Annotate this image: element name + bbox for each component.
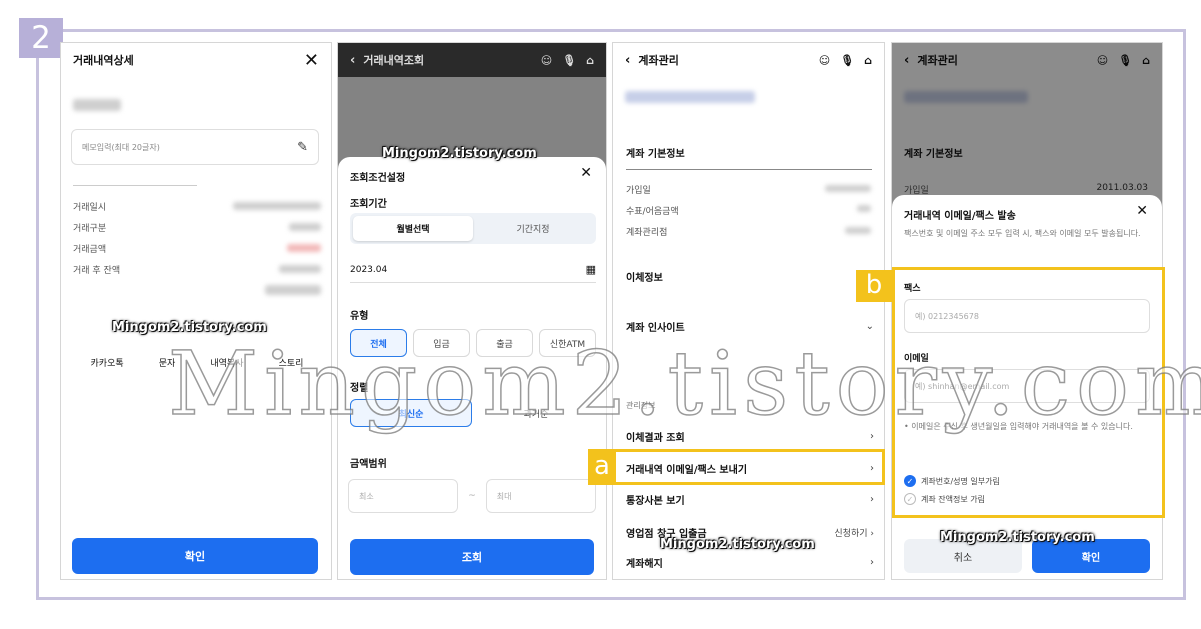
header: ‹ 계좌관리 ☺ 🎙 ⌂ xyxy=(613,43,884,77)
sheet-title: 조회조건설정 xyxy=(350,173,406,184)
step-badge: 2 xyxy=(19,18,63,58)
tab-range[interactable]: 기간지정 xyxy=(473,216,593,241)
pencil-icon[interactable]: ✎ xyxy=(297,140,308,155)
field-label: 거래일시 xyxy=(73,203,107,213)
menu-label: 계좌해지 xyxy=(626,559,663,570)
transaction-detail-panel: 거래내역상세 ✕ 메모입력(최대 20글자) ✎ 거래일시 거래구분 거래금액 … xyxy=(60,42,332,580)
chevron-right-icon: › xyxy=(870,494,874,505)
dialog-description: 팩스번호 및 이메일 주소 모두 입력 시, 팩스와 이메일 모두 발송됩니다. xyxy=(904,229,1141,238)
watermark-small: Mingom2.tistory.com xyxy=(660,537,815,552)
transfer-info-label: 이체정보 xyxy=(626,273,663,284)
highlight-a xyxy=(610,449,885,485)
field-label: 거래 후 잔액 xyxy=(73,266,121,276)
back-icon[interactable]: ‹ xyxy=(625,53,630,68)
tab-month[interactable]: 월별선택 xyxy=(353,216,473,241)
range-separator: ~ xyxy=(468,491,476,501)
month-value: 2023.04 xyxy=(350,264,388,275)
type-label: 유형 xyxy=(350,311,369,322)
amount-max-input[interactable]: 최대 xyxy=(485,479,597,513)
apply-link[interactable]: 신청하기 › xyxy=(834,526,874,539)
value-blurred xyxy=(287,244,321,252)
value-blurred xyxy=(289,223,321,231)
confirm-button[interactable]: 확인 xyxy=(72,538,318,574)
close-icon[interactable]: ✕ xyxy=(580,165,592,181)
transfer-info[interactable]: 이체정보 xyxy=(626,269,874,284)
mic-icon[interactable]: 🎙 xyxy=(562,54,576,67)
amount-min-input[interactable]: 최소 xyxy=(348,479,459,513)
search-button[interactable]: 조회 xyxy=(350,539,594,575)
menu-passbook-copy[interactable]: 통장사본 보기 › xyxy=(626,492,874,507)
account-blurred xyxy=(625,91,755,103)
watermark-small: Mingom2.tistory.com xyxy=(940,530,1095,545)
menu-label: 통장사본 보기 xyxy=(626,496,685,507)
share-kakaotalk[interactable]: 카카오톡 xyxy=(91,356,124,369)
value-blurred xyxy=(845,227,871,234)
chat-icon[interactable]: ☺ xyxy=(819,54,830,67)
chat-icon[interactable]: ☺ xyxy=(541,54,552,67)
header: ‹ 거래내역조회 ☺ 🎙 ⌂ xyxy=(338,43,606,77)
watermark-small: Mingom2.tistory.com xyxy=(382,146,537,161)
close-icon[interactable]: ✕ xyxy=(304,50,319,71)
month-select[interactable]: 2023.04 ▦ xyxy=(350,257,596,283)
chevron-right-icon: › xyxy=(870,557,874,568)
marker-a: a xyxy=(588,449,616,485)
field-label: 거래금액 xyxy=(73,245,107,255)
value-blurred xyxy=(233,202,321,210)
page-title: 거래내역조회 xyxy=(363,54,425,67)
memo-input[interactable]: 메모입력(최대 20글자) ✎ xyxy=(71,129,319,165)
account-name-blurred xyxy=(73,99,121,111)
transaction-inquiry-panel: ‹ 거래내역조회 ☺ 🎙 ⌂ 조회조건설정 ✕ 조회기간 월별선택 기간지정 2… xyxy=(337,42,607,580)
marker-b: b xyxy=(856,270,892,302)
section-basic-info: 계좌 기본정보 xyxy=(626,149,685,160)
divider xyxy=(73,185,197,186)
dialog-title: 거래내역 이메일/팩스 발송 xyxy=(904,211,1016,222)
header: 거래내역상세 ✕ xyxy=(61,43,331,77)
field-label: 거래구분 xyxy=(73,224,107,234)
amount-label: 금액범위 xyxy=(350,459,387,470)
field-label: 수표/어음금액 xyxy=(626,207,679,217)
value-blurred xyxy=(825,185,871,192)
period-label: 조회기간 xyxy=(350,199,387,210)
chevron-down-icon: ⌄ xyxy=(865,321,874,332)
divider xyxy=(626,169,872,170)
apply-label: 신청하기 xyxy=(834,529,868,539)
back-icon[interactable]: ‹ xyxy=(350,53,355,68)
calendar-icon[interactable]: ▦ xyxy=(586,263,596,276)
watermark-large: Mingom2.tistory.com xyxy=(167,331,1201,436)
page-title: 계좌관리 xyxy=(638,54,679,67)
home-icon[interactable]: ⌂ xyxy=(864,54,872,67)
value-blurred xyxy=(265,285,321,295)
close-icon[interactable]: ✕ xyxy=(1136,203,1148,219)
value-blurred xyxy=(279,265,321,273)
period-tabs: 월별선택 기간지정 xyxy=(350,213,596,244)
memo-placeholder: 메모입력(최대 20글자) xyxy=(82,142,160,152)
field-label: 계좌관리점 xyxy=(626,228,668,238)
mic-icon[interactable]: 🎙 xyxy=(840,54,854,67)
amount-range: 최소 ~ 최대 xyxy=(348,479,597,513)
account-management-panel: ‹ 계좌관리 ☺ 🎙 ⌂ 계좌 기본정보 가입일 수표/어음금액 계좌관리점 이… xyxy=(612,42,885,580)
field-label: 가입일 xyxy=(626,186,651,196)
menu-close-account[interactable]: 계좌해지 › xyxy=(626,555,874,570)
page-title: 거래내역상세 xyxy=(73,54,134,67)
home-icon[interactable]: ⌂ xyxy=(586,54,594,67)
value-blurred xyxy=(857,205,871,212)
